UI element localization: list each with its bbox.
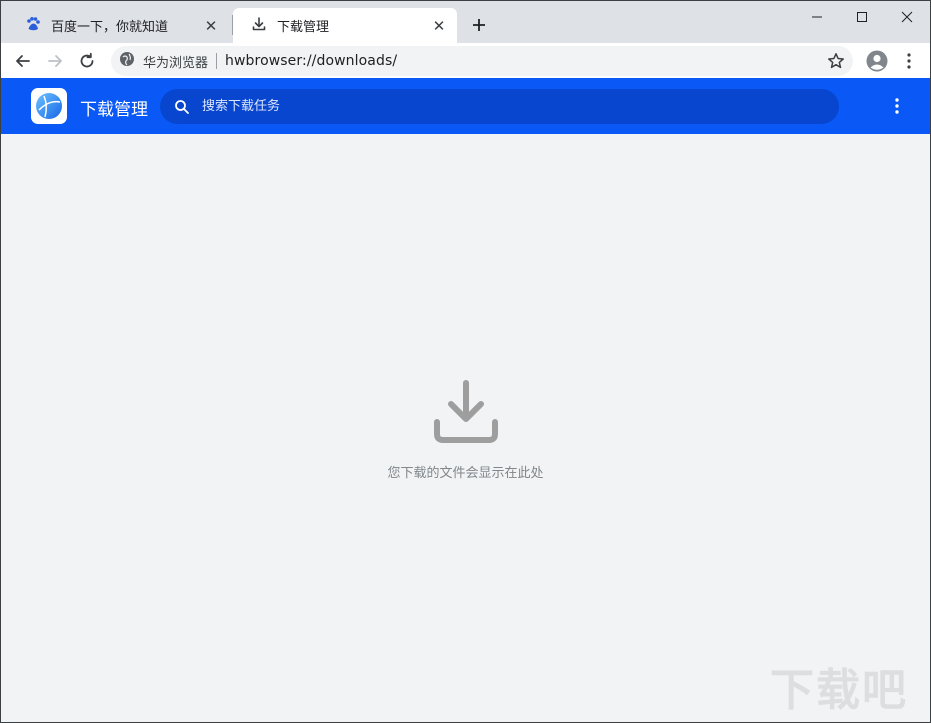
downloads-header: 下载管理 xyxy=(1,78,930,134)
maximize-icon[interactable] xyxy=(839,1,885,33)
downloads-content: 您下载的文件会显示在此处 xyxy=(1,134,930,722)
new-tab-button[interactable] xyxy=(467,13,491,37)
minimize-icon[interactable] xyxy=(794,1,840,33)
forward-button[interactable] xyxy=(41,47,69,75)
empty-download-icon xyxy=(432,378,500,446)
tab-close-icon[interactable]: ✕ xyxy=(431,17,447,35)
close-icon[interactable] xyxy=(884,1,930,33)
url-text[interactable]: hwbrowser://downloads/ xyxy=(225,53,397,69)
globe-icon xyxy=(119,51,135,71)
page-title: 下载管理 xyxy=(80,100,148,120)
search-icon xyxy=(174,99,190,115)
tab-downloads[interactable]: 下载管理 ✕ xyxy=(233,8,457,43)
hwbrowser-logo-icon xyxy=(31,88,67,124)
chip-divider xyxy=(216,53,218,69)
tab-title: 百度一下，你就知道 xyxy=(51,20,169,35)
download-search-input[interactable] xyxy=(200,98,804,115)
reload-button[interactable] xyxy=(73,47,101,75)
browser-menu-icon[interactable] xyxy=(895,47,923,75)
tab-title: 下载管理 xyxy=(277,20,330,35)
baidu-paw-icon xyxy=(25,16,41,36)
downloads-menu-icon[interactable] xyxy=(885,94,909,118)
browser-window: 百度一下，你就知道 ✕ 下载管理 ✕ 华为浏览器 hwbrowser://dow… xyxy=(0,0,931,723)
tab-baidu[interactable]: 百度一下，你就知道 ✕ xyxy=(7,8,229,43)
browser-toolbar: 华为浏览器 hwbrowser://downloads/ xyxy=(1,43,930,78)
site-name: 华为浏览器 xyxy=(143,55,209,71)
tab-close-icon[interactable]: ✕ xyxy=(203,17,219,35)
download-icon xyxy=(251,16,267,36)
address-bar[interactable]: 华为浏览器 hwbrowser://downloads/ xyxy=(111,46,853,76)
empty-state-message: 您下载的文件会显示在此处 xyxy=(387,466,544,481)
back-button[interactable] xyxy=(9,47,37,75)
profile-avatar-icon[interactable] xyxy=(863,47,891,75)
download-search-bar[interactable] xyxy=(160,89,839,124)
watermark-logo: 下载吧 xyxy=(770,665,908,716)
bookmark-star-icon[interactable] xyxy=(827,52,845,74)
site-info-chip[interactable]: 华为浏览器 xyxy=(119,51,208,71)
tab-strip: 百度一下，你就知道 ✕ 下载管理 ✕ xyxy=(1,1,930,43)
